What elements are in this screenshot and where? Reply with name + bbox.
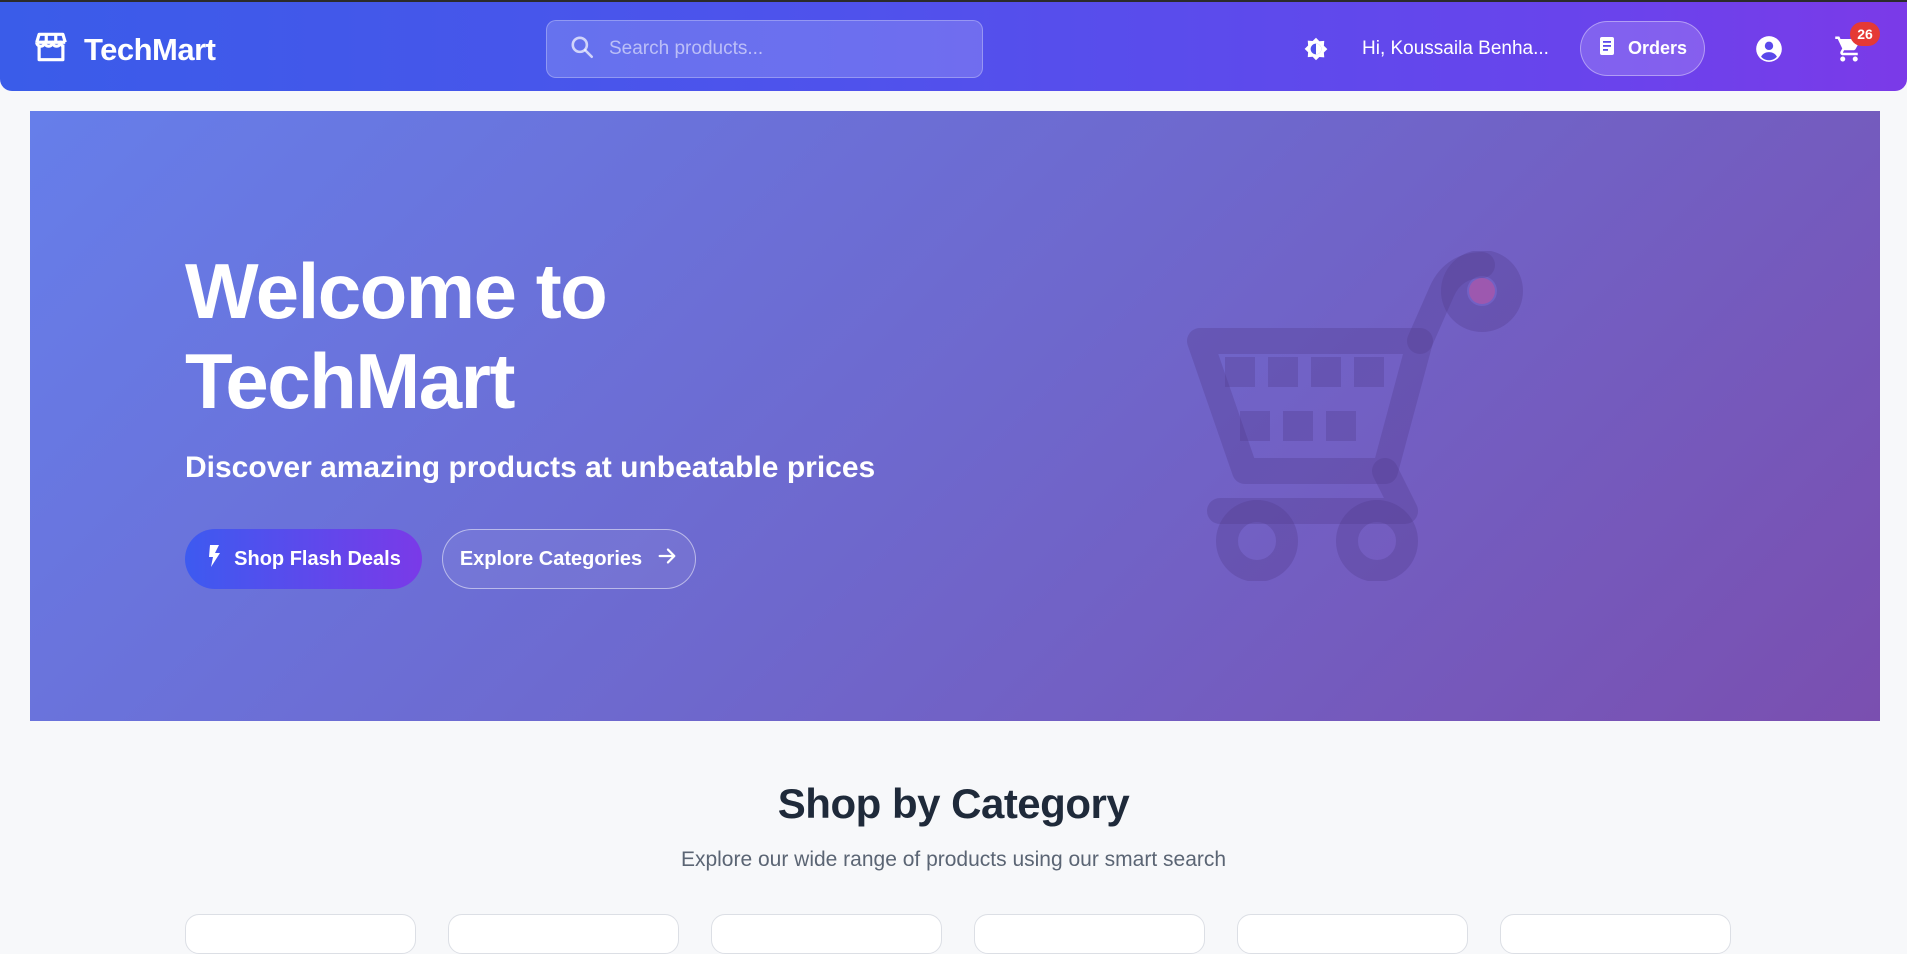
cart-count-badge: 26: [1850, 22, 1880, 46]
section-title: Shop by Category: [777, 780, 1130, 827]
category-card[interactable]: [185, 914, 416, 954]
category-card[interactable]: [1237, 914, 1468, 954]
account-circle-icon[interactable]: [1755, 35, 1783, 63]
explore-categories-button[interactable]: Explore Categories: [442, 529, 696, 589]
hero-subtitle: Discover amazing products at unbeatable …: [185, 451, 876, 484]
search-bar[interactable]: [546, 20, 983, 78]
brand-name: TechMart: [84, 31, 216, 67]
category-card[interactable]: [711, 914, 942, 954]
hero-title: Welcome to TechMart: [185, 247, 608, 425]
explore-categories-label: Explore Categories: [459, 547, 643, 570]
category-card[interactable]: [1500, 914, 1731, 954]
orders-label: Orders: [1627, 38, 1688, 58]
category-card[interactable]: [974, 914, 1205, 954]
section-subtitle: Explore our wide range of products using…: [680, 848, 1227, 871]
arrow-right-icon: [656, 545, 678, 573]
search-icon: [569, 34, 595, 65]
category-card-row: [185, 914, 1731, 954]
search-input[interactable]: [609, 38, 969, 60]
orders-button[interactable]: Orders: [1580, 21, 1705, 76]
brand-logo[interactable]: TechMart: [32, 28, 216, 71]
shopping-cart-icon: [1180, 250, 1560, 582]
top-navigation-bar: TechMart Hi, Koussaila Benha... Orders: [0, 0, 1907, 91]
store-icon: [32, 28, 70, 71]
category-card[interactable]: [448, 914, 679, 954]
hero-banner: Welcome to TechMart Discover amazing pro…: [30, 111, 1880, 721]
receipt-icon: [1598, 36, 1616, 61]
shop-flash-deals-label: Shop Flash Deals: [234, 547, 401, 570]
shop-flash-deals-button[interactable]: Shop Flash Deals: [185, 529, 422, 589]
brightness-icon[interactable]: [1301, 34, 1331, 64]
lightning-bolt-icon: [206, 544, 222, 574]
user-greeting[interactable]: Hi, Koussaila Benha...: [1362, 38, 1549, 60]
